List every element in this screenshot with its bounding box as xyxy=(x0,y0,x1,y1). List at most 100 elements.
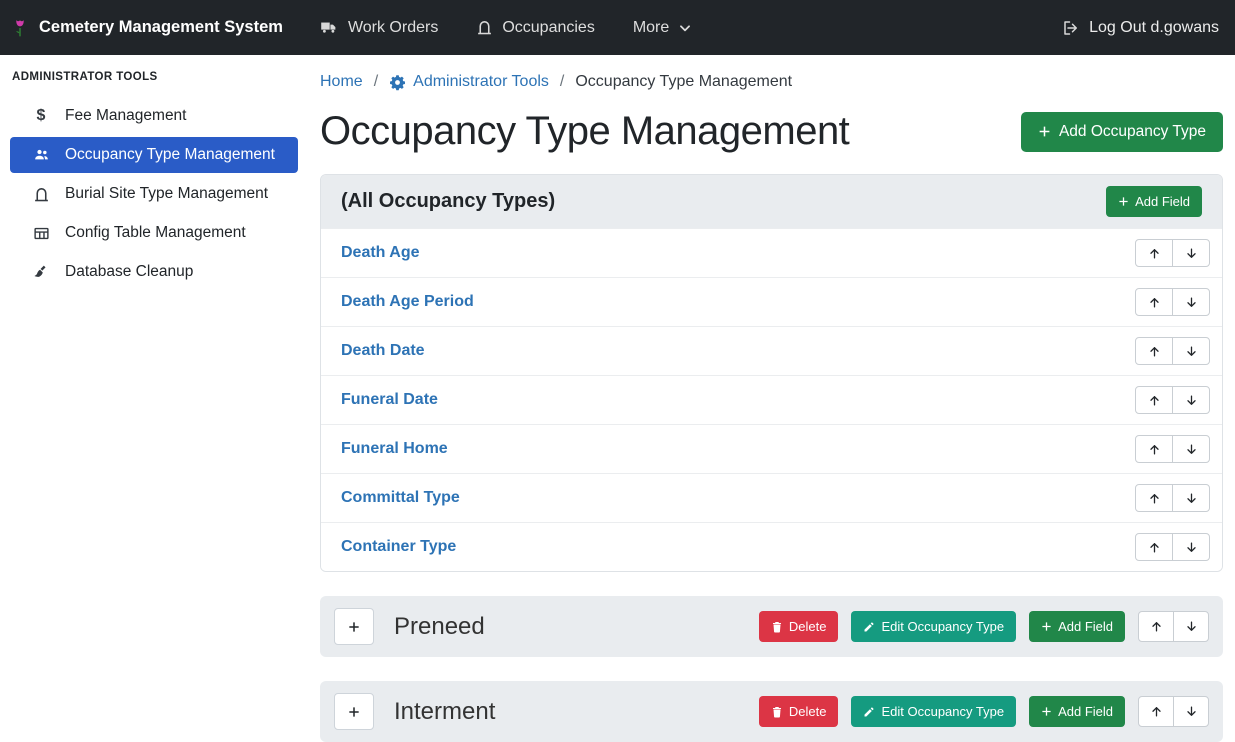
move-up-button[interactable] xyxy=(1135,386,1173,414)
logout-label: Log Out d.gowans xyxy=(1089,19,1219,37)
field-link[interactable]: Death Date xyxy=(341,342,425,360)
breadcrumb-separator: / xyxy=(374,73,378,91)
move-down-button[interactable] xyxy=(1172,386,1210,414)
move-down-button[interactable] xyxy=(1172,435,1210,463)
sidebar-item-label: Database Cleanup xyxy=(65,263,193,281)
delete-label: Delete xyxy=(789,704,827,719)
edit-occupancy-type-label: Edit Occupancy Type xyxy=(881,619,1004,634)
arrow-down-icon xyxy=(1185,345,1198,358)
top-navbar: Cemetery Management System Work Orders O… xyxy=(0,0,1235,55)
add-field-button[interactable]: Add Field xyxy=(1106,186,1202,217)
sidebar-item-database-cleanup[interactable]: Database Cleanup xyxy=(10,254,298,290)
sidebar-item-label: Occupancy Type Management xyxy=(65,146,275,164)
arrow-up-icon xyxy=(1148,394,1161,407)
page-title: Occupancy Type Management xyxy=(320,109,849,154)
sidebar-item-burial-site-type-management[interactable]: Burial Site Type Management xyxy=(10,176,298,212)
section-name: Interment xyxy=(394,698,495,726)
field-link[interactable]: Funeral Date xyxy=(341,391,438,409)
field-link[interactable]: Funeral Home xyxy=(341,440,448,458)
move-up-button[interactable] xyxy=(1135,533,1173,561)
breadcrumb-admin-tools[interactable]: Administrator Tools xyxy=(389,73,549,91)
move-down-button[interactable] xyxy=(1172,239,1210,267)
add-field-label: Add Field xyxy=(1058,704,1113,719)
arrow-down-icon xyxy=(1185,394,1198,407)
field-move-group xyxy=(1135,533,1210,561)
move-up-button[interactable] xyxy=(1138,696,1174,727)
sidebar-item-fee-management[interactable]: $ Fee Management xyxy=(10,98,298,134)
arrow-down-icon xyxy=(1185,443,1198,456)
add-field-label: Add Field xyxy=(1135,194,1190,209)
field-link[interactable]: Death Age Period xyxy=(341,293,474,311)
breadcrumb-home-label: Home xyxy=(320,73,363,91)
brand[interactable]: Cemetery Management System xyxy=(10,16,283,40)
field-row: Container Type xyxy=(321,522,1222,571)
arrow-up-icon xyxy=(1148,443,1161,456)
move-down-button[interactable] xyxy=(1172,484,1210,512)
plus-icon xyxy=(347,620,361,634)
add-field-button[interactable]: Add Field xyxy=(1029,611,1125,642)
arrow-down-icon xyxy=(1185,296,1198,309)
sidebar-item-occupancy-type-management[interactable]: Occupancy Type Management xyxy=(10,137,298,173)
field-row: Death Age Period xyxy=(321,277,1222,326)
logout-link[interactable]: Log Out d.gowans xyxy=(1062,19,1219,37)
move-down-button[interactable] xyxy=(1172,533,1210,561)
users-icon xyxy=(30,147,52,163)
move-down-button[interactable] xyxy=(1173,611,1209,642)
arrow-down-icon xyxy=(1185,705,1198,718)
move-down-button[interactable] xyxy=(1172,337,1210,365)
sidebar-header: ADMINISTRATOR TOOLS xyxy=(0,65,300,95)
tombstone-icon xyxy=(476,19,493,36)
trash-icon xyxy=(771,706,783,718)
move-up-button[interactable] xyxy=(1135,484,1173,512)
field-link[interactable]: Committal Type xyxy=(341,489,460,507)
sidebar-item-label: Burial Site Type Management xyxy=(65,185,268,203)
move-up-button[interactable] xyxy=(1135,435,1173,463)
arrow-up-icon xyxy=(1148,541,1161,554)
dollar-icon: $ xyxy=(30,107,52,125)
delete-button[interactable]: Delete xyxy=(759,611,839,642)
edit-occupancy-type-button[interactable]: Edit Occupancy Type xyxy=(851,611,1016,642)
move-down-button[interactable] xyxy=(1173,696,1209,727)
nav-more[interactable]: More xyxy=(633,19,692,37)
move-up-button[interactable] xyxy=(1135,288,1173,316)
add-field-label: Add Field xyxy=(1058,619,1113,634)
field-link[interactable]: Container Type xyxy=(341,538,456,556)
breadcrumb-home[interactable]: Home xyxy=(320,73,363,91)
field-move-group xyxy=(1135,288,1210,316)
move-up-button[interactable] xyxy=(1135,239,1173,267)
sidebar-item-config-table-management[interactable]: Config Table Management xyxy=(10,215,298,251)
add-occupancy-type-label: Add Occupancy Type xyxy=(1059,123,1206,141)
arrow-up-icon xyxy=(1148,296,1161,309)
broom-icon xyxy=(30,264,52,281)
nav-work-orders-label: Work Orders xyxy=(348,19,438,37)
sidebar: ADMINISTRATOR TOOLS $ Fee Management Occ… xyxy=(0,55,300,738)
arrow-up-icon xyxy=(1148,492,1161,505)
logout-icon xyxy=(1062,19,1080,37)
move-up-button[interactable] xyxy=(1138,611,1174,642)
nav-occupancies[interactable]: Occupancies xyxy=(476,19,595,37)
move-up-button[interactable] xyxy=(1135,337,1173,365)
plus-icon xyxy=(347,705,361,719)
sidebar-item-label: Config Table Management xyxy=(65,224,246,242)
arrow-down-icon xyxy=(1185,541,1198,554)
field-link[interactable]: Death Age xyxy=(341,244,420,262)
edit-occupancy-type-button[interactable]: Edit Occupancy Type xyxy=(851,696,1016,727)
gear-icon xyxy=(389,74,406,91)
nav-links: Work Orders Occupancies More xyxy=(319,19,692,37)
delete-button[interactable]: Delete xyxy=(759,696,839,727)
pencil-icon xyxy=(863,706,875,718)
expand-section-button[interactable] xyxy=(334,608,374,645)
arrow-down-icon xyxy=(1185,247,1198,260)
section-name: Preneed xyxy=(394,613,485,641)
expand-section-button[interactable] xyxy=(334,693,374,730)
add-field-button[interactable]: Add Field xyxy=(1029,696,1125,727)
breadcrumb: Home / Administrator Tools / Occupancy T… xyxy=(320,73,1223,91)
chevron-down-icon xyxy=(678,21,692,35)
nav-work-orders[interactable]: Work Orders xyxy=(319,19,438,37)
all-types-card-header: (All Occupancy Types) Add Field xyxy=(321,175,1222,228)
move-down-button[interactable] xyxy=(1172,288,1210,316)
add-occupancy-type-button[interactable]: Add Occupancy Type xyxy=(1021,112,1223,152)
plus-icon xyxy=(1041,706,1052,717)
arrow-up-icon xyxy=(1150,620,1163,633)
plus-icon xyxy=(1118,196,1129,207)
